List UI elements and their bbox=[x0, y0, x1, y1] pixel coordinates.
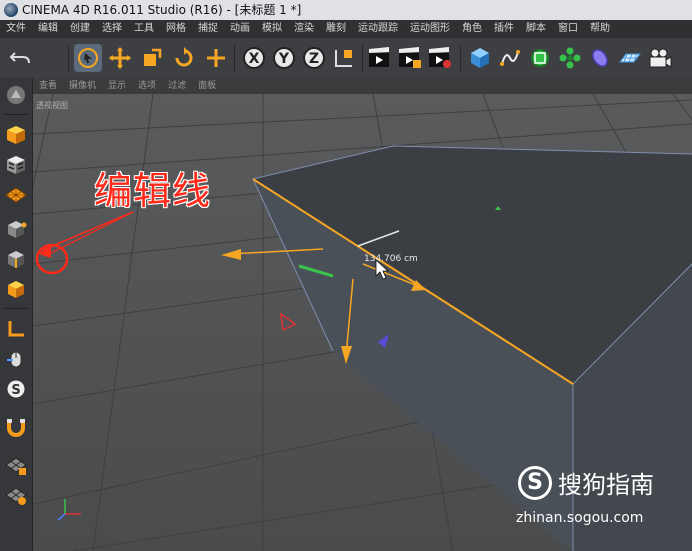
deformer-icon[interactable] bbox=[586, 44, 614, 72]
menu-edit[interactable]: 编辑 bbox=[32, 20, 64, 38]
menu-motion-tracking[interactable]: 运动跟踪 bbox=[352, 20, 404, 38]
render-view-icon[interactable] bbox=[366, 44, 394, 72]
camera-icon[interactable] bbox=[646, 44, 674, 72]
model-mode-icon[interactable] bbox=[3, 122, 29, 148]
render-settings-icon[interactable] bbox=[426, 44, 454, 72]
floor-icon[interactable] bbox=[616, 44, 644, 72]
watermark-brand-text: 搜狗指南 bbox=[558, 471, 654, 499]
menu-render[interactable]: 渲染 bbox=[288, 20, 320, 38]
menu-sculpt[interactable]: 雕刻 bbox=[320, 20, 352, 38]
viewport-menu-cameras[interactable]: 摄像机 bbox=[63, 78, 102, 94]
render-region-icon[interactable] bbox=[396, 44, 424, 72]
viewport-menu-display[interactable]: 显示 bbox=[102, 78, 132, 94]
axis-z-lock-button[interactable]: Z bbox=[300, 44, 328, 72]
array-icon[interactable] bbox=[556, 44, 584, 72]
make-editable-icon[interactable] bbox=[3, 82, 29, 108]
menu-script[interactable]: 脚本 bbox=[520, 20, 552, 38]
menu-tools[interactable]: 工具 bbox=[128, 20, 160, 38]
viewport-label: 透视视图 bbox=[36, 101, 68, 110]
workplane-locked-icon[interactable] bbox=[3, 482, 29, 508]
edges-mode-icon[interactable] bbox=[3, 246, 29, 272]
spline-pen-icon[interactable] bbox=[496, 44, 524, 72]
annotation-text: 编辑线 bbox=[94, 169, 212, 213]
svg-text:X: X bbox=[249, 51, 260, 67]
menu-snap[interactable]: 捕捉 bbox=[192, 20, 224, 38]
cinema4d-app-icon bbox=[4, 3, 18, 17]
points-mode-icon[interactable] bbox=[3, 216, 29, 242]
sogou-logo-icon: S bbox=[518, 465, 552, 500]
menu-create[interactable]: 创建 bbox=[64, 20, 96, 38]
axis-y-lock-button[interactable]: Y bbox=[270, 44, 298, 72]
menu-animate[interactable]: 动画 bbox=[224, 20, 256, 38]
enable-axis-icon[interactable] bbox=[3, 316, 29, 342]
svg-text:S: S bbox=[11, 383, 20, 398]
menu-select[interactable]: 选择 bbox=[96, 20, 128, 38]
menu-help[interactable]: 帮助 bbox=[584, 20, 616, 38]
watermark-url: zhinan.sogou.com bbox=[516, 510, 644, 526]
viewport-menu-panel[interactable]: 面板 bbox=[192, 78, 222, 94]
svg-text:Z: Z bbox=[309, 51, 319, 67]
cube-primitive-icon[interactable] bbox=[466, 44, 494, 72]
snapping-icon[interactable]: S bbox=[3, 376, 29, 402]
main-toolbar: X Y Z bbox=[0, 38, 692, 79]
menu-bar: 文件 编辑 创建 选择 工具 网格 捕捉 动画 模拟 渲染 雕刻 运动跟踪 运动… bbox=[0, 20, 692, 38]
mode-toolbar: S bbox=[0, 78, 33, 551]
rotate-icon[interactable] bbox=[170, 44, 198, 72]
menu-mograph[interactable]: 运动图形 bbox=[404, 20, 456, 38]
subdivision-icon[interactable] bbox=[526, 44, 554, 72]
add-icon[interactable] bbox=[202, 44, 230, 72]
window-title: CINEMA 4D R16.011 Studio (R16) - [未标题 1 … bbox=[22, 3, 302, 17]
move-icon[interactable] bbox=[106, 44, 134, 72]
menu-simulate[interactable]: 模拟 bbox=[256, 20, 288, 38]
workplane-lock-icon[interactable] bbox=[3, 452, 29, 478]
workplane-mode-icon[interactable] bbox=[3, 182, 29, 208]
menu-window[interactable]: 窗口 bbox=[552, 20, 584, 38]
viewport-menu-filter[interactable]: 过滤 bbox=[162, 78, 192, 94]
menu-mesh[interactable]: 网格 bbox=[160, 20, 192, 38]
svg-text:Y: Y bbox=[278, 51, 290, 67]
menu-file[interactable]: 文件 bbox=[0, 20, 32, 38]
viewport-menu: 查看 摄像机 显示 选项 过滤 面板 bbox=[33, 78, 692, 94]
window-title-bar: CINEMA 4D R16.011 Studio (R16) - [未标题 1 … bbox=[0, 0, 692, 20]
magnet-snap-icon[interactable] bbox=[3, 414, 29, 440]
axis-x-lock-button[interactable]: X bbox=[240, 44, 268, 72]
texture-mode-icon[interactable] bbox=[3, 152, 29, 178]
undo-icon[interactable] bbox=[6, 44, 34, 72]
coordinate-system-icon[interactable] bbox=[330, 44, 358, 72]
menu-character[interactable]: 角色 bbox=[456, 20, 488, 38]
polygons-mode-icon[interactable] bbox=[3, 276, 29, 302]
edge-length-readout: 134.706 cm bbox=[364, 254, 418, 264]
menu-plugins[interactable]: 插件 bbox=[488, 20, 520, 38]
tweak-mode-icon[interactable] bbox=[3, 346, 29, 372]
viewport-menu-options[interactable]: 选项 bbox=[132, 78, 162, 94]
scale-icon[interactable] bbox=[138, 44, 166, 72]
viewport-menu-view[interactable]: 查看 bbox=[33, 78, 63, 94]
watermark-brand: S 搜狗指南 bbox=[518, 465, 654, 500]
live-selection-icon[interactable] bbox=[74, 44, 102, 72]
